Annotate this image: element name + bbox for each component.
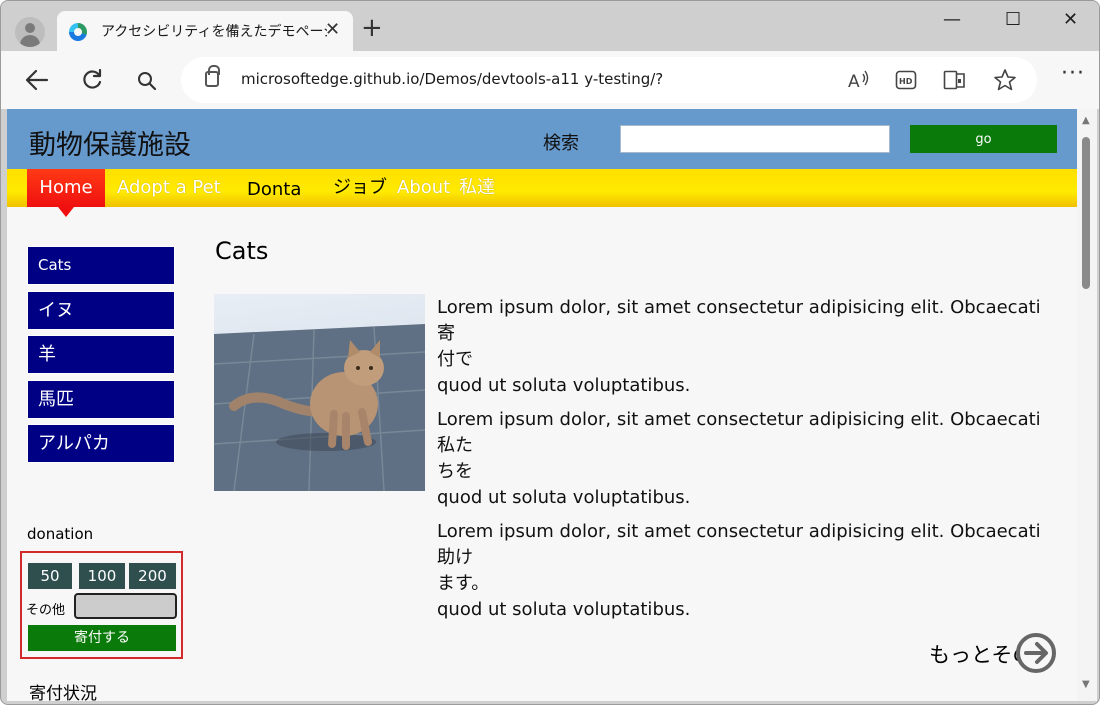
page-viewport: 動物保護施設 検索 go Home Adopt a Pet Donta ジョブ … bbox=[7, 109, 1077, 701]
other-amount-label: その他 bbox=[26, 603, 66, 618]
paragraph-line: Lorem ipsum dolor, sit amet consectetur … bbox=[437, 521, 1041, 542]
scroll-up-icon[interactable]: ▲ bbox=[1082, 115, 1090, 126]
url-text[interactable]: microsoftedge.github.io/Demos/devtools-a… bbox=[241, 70, 663, 88]
page-scrollbar[interactable]: ▲ ▼ bbox=[1077, 109, 1097, 701]
maximize-button[interactable]: ☐ bbox=[1005, 9, 1021, 30]
profile-icon[interactable] bbox=[15, 17, 45, 47]
paragraph-line: ちを bbox=[437, 461, 473, 482]
tab-close-icon[interactable]: ✕ bbox=[325, 19, 340, 40]
search-label: 検索 bbox=[543, 133, 579, 154]
paragraph-line: quod ut soluta voluptatibus. bbox=[437, 375, 691, 396]
article-body: Lorem ipsum dolor, sit amet consectetur … bbox=[437, 295, 1041, 631]
paragraph: Lorem ipsum dolor, sit amet consectetur … bbox=[437, 519, 1041, 623]
nav-about-us[interactable]: 私達 bbox=[459, 169, 495, 207]
tab-title: アクセシビリティを備えたデモページは。 bbox=[101, 24, 327, 40]
browser-toolbar: microsoftedge.github.io/Demos/devtools-a… bbox=[1, 51, 1099, 109]
paragraph: Lorem ipsum dolor, sit amet consectetur … bbox=[437, 295, 1041, 399]
main-nav: Home Adopt a Pet Donta ジョブ About 私達 bbox=[7, 169, 1077, 217]
edge-favicon bbox=[69, 23, 87, 41]
immersive-reader-icon[interactable] bbox=[943, 69, 967, 91]
donate-button[interactable]: 寄付する bbox=[28, 625, 176, 651]
donation-label: donation bbox=[27, 525, 94, 543]
scroll-thumb[interactable] bbox=[1082, 137, 1090, 289]
paragraph: Lorem ipsum dolor, sit amet consectetur … bbox=[437, 407, 1041, 511]
hd-icon[interactable]: HD bbox=[895, 69, 917, 91]
site-title: 動物保護施設 bbox=[29, 130, 191, 161]
browser-window: アクセシビリティを備えたデモページは。 ✕ + — ☐ ✕ microsofte… bbox=[0, 0, 1100, 705]
active-tab[interactable]: アクセシビリティを備えたデモページは。 ✕ bbox=[57, 11, 353, 51]
nav-jobs[interactable]: ジョブ bbox=[333, 169, 387, 207]
nav-about[interactable]: About bbox=[397, 169, 450, 207]
amount-200-button[interactable]: 200 bbox=[129, 563, 176, 589]
sidebar-item-dogs[interactable]: イヌ bbox=[27, 291, 175, 330]
paragraph-line: quod ut soluta voluptatibus. bbox=[437, 599, 691, 620]
search-icon[interactable] bbox=[137, 71, 157, 91]
search-input[interactable] bbox=[620, 125, 890, 153]
nav-home[interactable]: Home bbox=[27, 169, 105, 217]
back-icon[interactable] bbox=[25, 69, 49, 91]
svg-text:HD: HD bbox=[899, 77, 913, 86]
paragraph-line: quod ut soluta voluptatibus. bbox=[437, 487, 691, 508]
close-window-button[interactable]: ✕ bbox=[1063, 9, 1078, 30]
paragraph-line: Lorem ipsum dolor, sit amet consectetur … bbox=[437, 409, 1041, 430]
donation-status-label: 寄付状況 bbox=[29, 684, 97, 701]
sidebar-item-sheep[interactable]: 羊 bbox=[27, 335, 175, 374]
arrow-circle-right-icon[interactable] bbox=[1015, 632, 1057, 674]
site-header: 動物保護施設 検索 go bbox=[7, 109, 1077, 169]
tab-strip: アクセシビリティを備えたデモページは。 ✕ + — ☐ ✕ bbox=[1, 1, 1099, 51]
amount-50-button[interactable]: 50 bbox=[28, 563, 72, 589]
minimize-button[interactable]: — bbox=[943, 9, 961, 30]
paragraph-line: 助け bbox=[437, 547, 473, 568]
new-tab-button[interactable]: + bbox=[361, 15, 383, 41]
favorite-icon[interactable] bbox=[993, 68, 1017, 92]
paragraph-line: Lorem ipsum dolor, sit amet consectetur … bbox=[437, 297, 1041, 318]
sidebar-item-horses[interactable]: 馬匹 bbox=[27, 380, 175, 419]
nav-donate[interactable]: Donta bbox=[247, 171, 301, 209]
cat-photo bbox=[214, 294, 425, 491]
go-button[interactable]: go bbox=[910, 125, 1057, 153]
lock-icon[interactable] bbox=[205, 65, 220, 87]
sidebar-item-alpacas[interactable]: アルパカ bbox=[27, 424, 175, 463]
more-icon[interactable]: ··· bbox=[1061, 61, 1085, 86]
svg-text:A: A bbox=[848, 72, 860, 91]
other-amount-input[interactable] bbox=[74, 593, 177, 619]
paragraph-line: 寄 bbox=[437, 323, 455, 344]
scroll-down-icon[interactable]: ▼ bbox=[1082, 679, 1090, 690]
refresh-icon[interactable] bbox=[81, 69, 103, 91]
paragraph-line: 私た bbox=[437, 435, 473, 456]
nav-adopt-a-pet[interactable]: Adopt a Pet bbox=[117, 169, 221, 207]
sidebar-item-cats[interactable]: Cats bbox=[27, 246, 175, 285]
donation-form: 50 100 200 その他 寄付する bbox=[20, 551, 183, 659]
page-title: Cats bbox=[215, 237, 269, 265]
amount-100-button[interactable]: 100 bbox=[79, 563, 125, 589]
read-aloud-icon[interactable]: A bbox=[847, 69, 869, 91]
paragraph-line: ます。 bbox=[437, 573, 490, 594]
paragraph-line: 付で bbox=[437, 349, 473, 370]
